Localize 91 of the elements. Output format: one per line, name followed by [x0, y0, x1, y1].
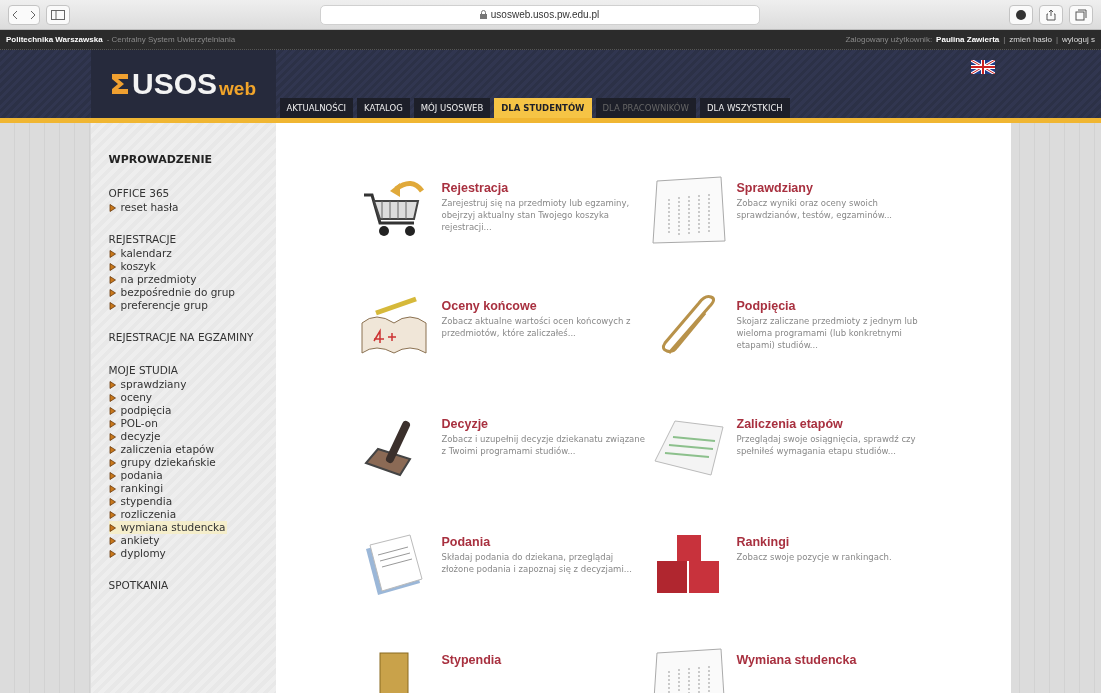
sidebar-item[interactable]: podpięcia — [108, 404, 174, 417]
bullet-icon — [108, 203, 116, 212]
bullet-icon — [108, 497, 116, 506]
nav-tab[interactable]: AKTUALNOŚCI — [279, 98, 354, 118]
bullet-icon — [108, 536, 116, 545]
system-name: - Centralny System Uwierzytelniania — [106, 35, 236, 44]
bullet-icon — [108, 406, 116, 415]
tile-title[interactable]: Podpięcia — [736, 299, 942, 313]
bullet-icon — [108, 419, 116, 428]
sidebar-heading[interactable]: REJESTRACJE NA EGZAMINY — [108, 330, 276, 345]
bullet-icon — [108, 484, 116, 493]
tile-description: Zobacz wyniki oraz oceny swoich sprawdzianów, testów, egzaminów... — [736, 197, 894, 221]
tile-title[interactable]: Sprawdziany — [736, 181, 942, 195]
top-link[interactable]: zmień hasło — [1009, 35, 1052, 44]
sidebar-item[interactable]: zaliczenia etapów — [108, 443, 217, 456]
sidebar-item[interactable]: sprawdziany — [108, 378, 189, 391]
bullet-icon — [108, 380, 116, 389]
tile-title[interactable]: Zaliczenia etapów — [736, 417, 942, 431]
top-link[interactable]: wyloguj s — [1062, 35, 1095, 44]
nav-tab[interactable]: MÓJ USOSWEB — [413, 98, 491, 118]
user-name: Paulina Zawierta — [936, 35, 1000, 44]
bullet-icon — [108, 393, 116, 402]
sidebar-item[interactable]: dyplomy — [108, 547, 168, 560]
separator: | — [1056, 35, 1059, 44]
bullet-icon — [108, 249, 116, 258]
bullet-icon — [108, 275, 116, 284]
tile-description: Skojarz zaliczane przedmioty z jednym lub wieloma programami (lub konkretnymi etapami) studiów... — [736, 315, 919, 351]
sidebar-item[interactable]: POL-on — [108, 417, 160, 430]
tile-title[interactable]: Decyzje — [441, 417, 647, 431]
sidebar-item[interactable]: wymiana studencka — [108, 521, 228, 534]
sidebar-item[interactable]: reset hasła — [108, 201, 181, 214]
logo-text: USOS — [132, 67, 218, 101]
bullet-icon — [108, 510, 116, 519]
tile-title[interactable]: Rankingi — [736, 535, 942, 549]
bullet-icon — [108, 471, 116, 480]
institution-name: Politechnika Warszawska — [6, 35, 103, 44]
bullet-icon — [108, 432, 116, 441]
sidebar-item[interactable]: oceny — [108, 391, 155, 404]
nav-tab[interactable]: KATALOG — [357, 98, 410, 118]
tile-description: Zobacz aktualne wartości ocen końcowych z przedmiotów, które zaliczałeś... — [441, 315, 632, 339]
sidebar-item[interactable]: rankingi — [108, 482, 166, 495]
tile-title[interactable]: Oceny końcowe — [441, 299, 647, 313]
sidebar-heading[interactable]: MOJE STUDIA — [108, 363, 276, 378]
share-icon — [1046, 8, 1056, 21]
sidebar-item[interactable]: podania — [108, 469, 165, 482]
sidebar-heading[interactable]: SPOTKANIA — [108, 578, 276, 593]
tile-description: Zarejestruj się na przedmioty lub egzaminy, obejrzyj aktualny stan Twojego koszyka rejestracji... — [441, 197, 631, 233]
bullet-icon — [108, 262, 116, 271]
logo-subtext: web — [219, 78, 256, 100]
sidebar-item[interactable]: bezpośrednie do grup — [108, 286, 237, 299]
tile-description: Składaj podania do dziekana, przeglądaj złożone podania i zapoznaj się z decyzjami... — [441, 551, 633, 575]
lock-icon — [479, 10, 487, 19]
flag-icon[interactable] — [970, 60, 995, 74]
address-bar[interactable]: usosweb.usos.pw.edu.pl — [319, 4, 760, 25]
bullet-icon — [108, 549, 116, 558]
logo-mark-icon — [110, 72, 130, 96]
sidebar-item[interactable]: stypendia — [108, 495, 175, 508]
sidebar-item[interactable]: rozliczenia — [108, 508, 179, 521]
sidebar-item[interactable]: koszyk — [108, 260, 158, 273]
tile-description: Zobacz swoje pozycje w rankingach. — [736, 551, 893, 563]
spreadsheet-icon — [650, 175, 727, 245]
sidebar-item[interactable]: preferencje grup — [108, 299, 210, 312]
sidebar-item[interactable]: na przedmioty — [108, 273, 199, 286]
back-forward-button[interactable] — [8, 4, 40, 25]
bullet-icon — [108, 445, 116, 454]
sidebar-item[interactable]: ankiety — [108, 534, 162, 547]
sidebar-title: WPROWADZENIE — [108, 153, 214, 166]
user-label: Zalogowany użytkownik: — [845, 35, 933, 44]
tabs-icon — [1075, 8, 1087, 21]
nav-tab[interactable]: DLA STUDENTÓW — [494, 98, 592, 118]
sidebar-heading[interactable]: REJESTRACJE — [108, 232, 276, 247]
tile-description: Przeglądaj swoje osiągnięcia, sprawdź czy spełniłeś wymagania etapu studiów... — [736, 433, 917, 457]
tile-title[interactable]: Podania — [441, 535, 647, 549]
sidebar-heading[interactable]: OFFICE 365 — [108, 186, 276, 201]
bullet-icon — [108, 523, 116, 532]
tile-title[interactable]: Rejestracja — [441, 181, 647, 195]
sidebar-item[interactable]: decyzje — [108, 430, 163, 443]
tile-description: Zobacz i uzupełnij decyzje dziekanatu związane z Twoimi programami studiów... — [441, 433, 646, 457]
bullet-icon — [108, 458, 116, 467]
separator: | — [1003, 35, 1006, 44]
tile-title[interactable]: Wymiana studencka — [736, 653, 942, 667]
sidebar-icon — [51, 9, 65, 20]
sidebar-item[interactable]: kalendarz — [108, 247, 174, 260]
sidebar-item[interactable]: grupy dziekańskie — [108, 456, 218, 469]
bullet-icon — [108, 288, 116, 297]
bullet-icon — [108, 301, 116, 310]
download-icon — [1016, 9, 1026, 20]
tile-title[interactable]: Stypendia — [441, 653, 647, 667]
nav-tab[interactable]: DLA WSZYSTKICH — [699, 98, 790, 118]
download-button[interactable] — [1009, 4, 1033, 25]
sidebar-toggle-button[interactable] — [46, 4, 70, 25]
